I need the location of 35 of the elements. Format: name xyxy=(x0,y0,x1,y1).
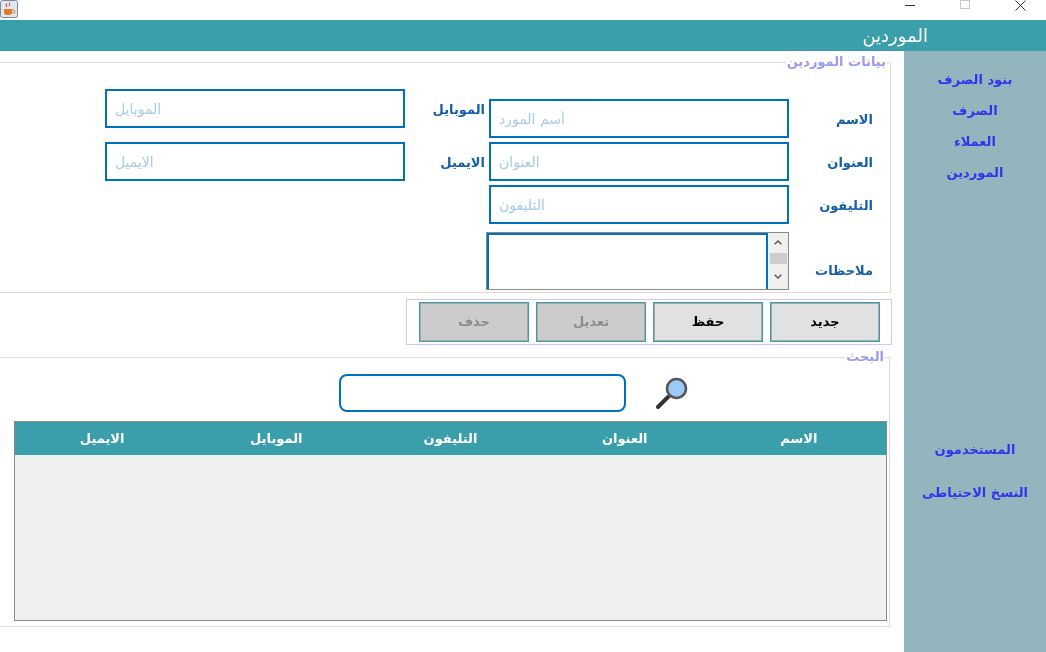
sidebar-link[interactable]: الموردين xyxy=(946,164,1004,182)
sidebar-link[interactable]: النسخ الاحتياطى xyxy=(921,484,1029,502)
notes-field[interactable] xyxy=(487,233,768,289)
column-header: التليفون xyxy=(423,430,478,447)
chevron-down-icon[interactable] xyxy=(774,274,782,279)
sidebar-link[interactable]: بنود الصرف xyxy=(937,71,1013,89)
column-header: العنوان xyxy=(601,430,648,447)
sidebar-link[interactable]: الصرف xyxy=(952,102,998,120)
scrollbar[interactable] xyxy=(768,233,788,289)
input-field[interactable]: العنوان xyxy=(489,142,789,181)
column-header: الايميل xyxy=(79,430,125,447)
scrollbar-thumb[interactable] xyxy=(769,253,787,264)
search-icon[interactable] xyxy=(655,376,688,410)
field-label: التليفون xyxy=(819,197,873,213)
page-title: الموردين xyxy=(862,24,928,47)
app-icon xyxy=(0,0,18,18)
column-header: الموبايل xyxy=(250,430,303,447)
column-header: الاسم xyxy=(780,430,818,447)
input-field[interactable]: التليفون xyxy=(489,185,789,224)
field-label: الايميل xyxy=(440,154,485,170)
input-field[interactable]: الموبايل xyxy=(105,89,405,128)
field-label: الموبايل xyxy=(432,101,485,117)
search-field[interactable] xyxy=(339,374,626,412)
field-label: الاسم xyxy=(835,111,873,127)
sidebar-link[interactable]: العملاء xyxy=(954,133,996,151)
field-label: العنوان xyxy=(827,154,873,170)
input-field[interactable]: الايميل xyxy=(105,142,405,181)
chevron-up-icon[interactable] xyxy=(774,240,782,245)
field-label: ملاحظات xyxy=(815,263,873,278)
action-button[interactable]: جديد xyxy=(770,302,880,342)
action-button[interactable]: حفظ xyxy=(653,302,763,342)
group-title: البحث xyxy=(845,350,885,364)
group-title: بيانات الموردين xyxy=(785,55,887,69)
close-icon[interactable] xyxy=(1015,0,1026,11)
sidebar-link[interactable]: المستخدمون xyxy=(934,441,1016,459)
